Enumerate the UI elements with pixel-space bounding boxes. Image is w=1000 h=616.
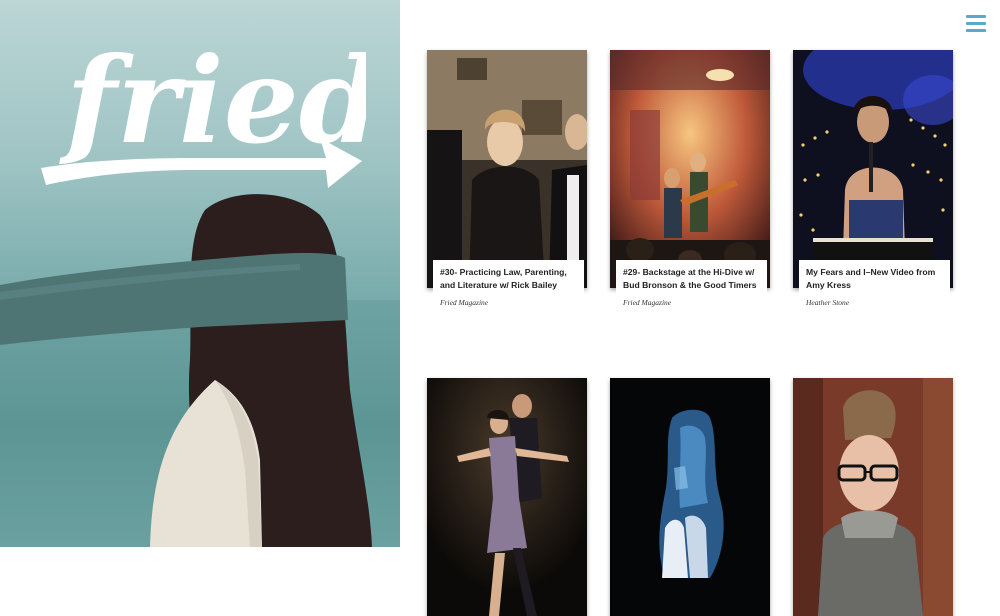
article-thumbnail[interactable] bbox=[610, 378, 770, 616]
article-info: #30- Practicing Law, Parenting, and Lite… bbox=[433, 260, 584, 313]
hero-panel: fried bbox=[0, 0, 400, 547]
article-author: Fried Magazine bbox=[623, 298, 672, 307]
menu-button[interactable] bbox=[966, 15, 986, 32]
hamburger-icon bbox=[966, 15, 986, 18]
article-title[interactable]: #29- Backstage at the Hi-Dive w/ Bud Bro… bbox=[623, 266, 761, 292]
article-thumbnail[interactable] bbox=[793, 50, 953, 288]
article-thumbnail[interactable] bbox=[427, 378, 587, 616]
article-title[interactable]: #30- Practicing Law, Parenting, and Lite… bbox=[440, 266, 578, 292]
article-info: My Fears and I–New Video from Amy Kress … bbox=[799, 260, 950, 313]
article-thumbnail[interactable] bbox=[610, 50, 770, 288]
article-author: Heather Stone bbox=[806, 298, 850, 307]
fried-logo[interactable]: fried bbox=[36, 30, 366, 200]
logo-wordmark: fried bbox=[59, 31, 366, 170]
article-info: #29- Backstage at the Hi-Dive w/ Bud Bro… bbox=[616, 260, 767, 313]
article-thumbnail[interactable] bbox=[427, 50, 587, 288]
article-title[interactable]: My Fears and I–New Video from Amy Kress bbox=[806, 266, 944, 292]
article-author: Fried Magazine bbox=[440, 298, 489, 307]
article-thumbnail[interactable] bbox=[793, 378, 953, 616]
